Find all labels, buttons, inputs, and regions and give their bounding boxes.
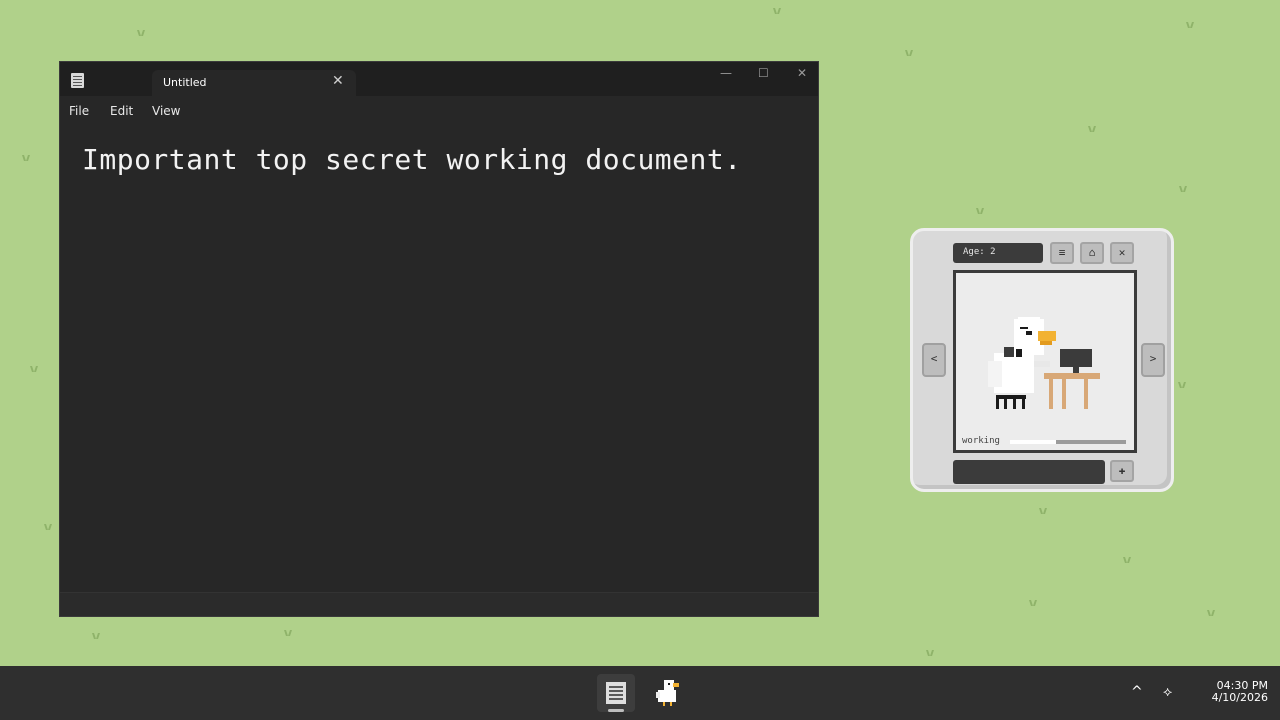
close-icon[interactable]: ✕ xyxy=(332,73,344,89)
pet-message-bar xyxy=(953,460,1105,484)
grass-tuft xyxy=(22,155,30,161)
status-label: working xyxy=(962,436,1000,446)
text-editor[interactable]: Important top secret working document. xyxy=(60,126,818,593)
status-progress-fill xyxy=(1010,440,1057,444)
network-icon[interactable]: ⟡ xyxy=(1163,684,1172,700)
active-indicator xyxy=(608,709,624,712)
grass-tuft xyxy=(1123,557,1131,563)
grass-tuft xyxy=(1207,610,1215,616)
grass-tuft xyxy=(44,524,52,530)
grass-tuft xyxy=(1186,22,1194,28)
taskbar-notepad[interactable] xyxy=(597,674,635,712)
status-bar xyxy=(60,592,818,616)
grass-tuft xyxy=(1178,382,1186,388)
notepad-icon xyxy=(71,73,84,88)
chevron-up-icon[interactable]: ^ xyxy=(1131,684,1143,700)
age-label: Age: 2 xyxy=(963,247,996,257)
title-bar[interactable]: Untitled ✕ — ☐ ✕ xyxy=(60,62,818,96)
grass-tuft xyxy=(905,50,913,56)
menu-edit[interactable]: Edit xyxy=(110,104,133,118)
minimize-button[interactable]: — xyxy=(720,66,732,80)
chevron-left-icon[interactable]: < xyxy=(922,343,946,377)
grass-tuft xyxy=(1179,186,1187,192)
pet-widget[interactable]: Age: 2 ≡ ⌂ ✕ < > working ✚ xyxy=(910,228,1174,492)
duck-pet-icon xyxy=(656,680,679,706)
notepad-icon xyxy=(606,682,626,704)
status-progress-bar xyxy=(1010,440,1126,444)
tab-untitled[interactable]: Untitled ✕ xyxy=(152,70,356,96)
menu-bar: File Edit View xyxy=(60,96,818,126)
taskbar-duck-pet[interactable] xyxy=(649,674,687,712)
menu-view[interactable]: View xyxy=(152,104,180,118)
grass-tuft xyxy=(1029,600,1037,606)
age-display: Age: 2 xyxy=(953,243,1043,263)
grass-tuft xyxy=(773,8,781,14)
duck-at-desk-illustration xyxy=(988,317,1100,409)
menu-file[interactable]: File xyxy=(69,104,89,118)
menu-icon[interactable]: ≡ xyxy=(1050,242,1074,264)
clock[interactable]: 04:30 PM 4/10/2026 xyxy=(1200,680,1268,704)
clock-date: 4/10/2026 xyxy=(1211,691,1268,704)
tab-title: Untitled xyxy=(163,76,207,89)
grass-tuft xyxy=(137,30,145,36)
grass-tuft xyxy=(284,630,292,636)
grass-tuft xyxy=(1088,126,1096,132)
grass-tuft xyxy=(92,633,100,639)
chevron-right-icon[interactable]: > xyxy=(1141,343,1165,377)
taskbar: ^ ⟡ 04:30 PM 4/10/2026 xyxy=(0,666,1280,720)
home-icon[interactable]: ⌂ xyxy=(1080,242,1104,264)
grass-tuft xyxy=(976,208,984,214)
document-text: Important top secret working document. xyxy=(82,143,742,176)
grass-tuft xyxy=(1039,508,1047,514)
grass-tuft xyxy=(926,650,934,656)
pet-screen: working xyxy=(953,270,1137,453)
grass-tuft xyxy=(30,366,38,372)
close-window-button[interactable]: ✕ xyxy=(797,66,807,80)
maximize-button[interactable]: ☐ xyxy=(758,66,769,80)
notepad-window[interactable]: Untitled ✕ — ☐ ✕ File Edit View Importan… xyxy=(59,61,819,617)
gamepad-icon[interactable]: ✚ xyxy=(1110,460,1134,482)
close-icon[interactable]: ✕ xyxy=(1110,242,1134,264)
